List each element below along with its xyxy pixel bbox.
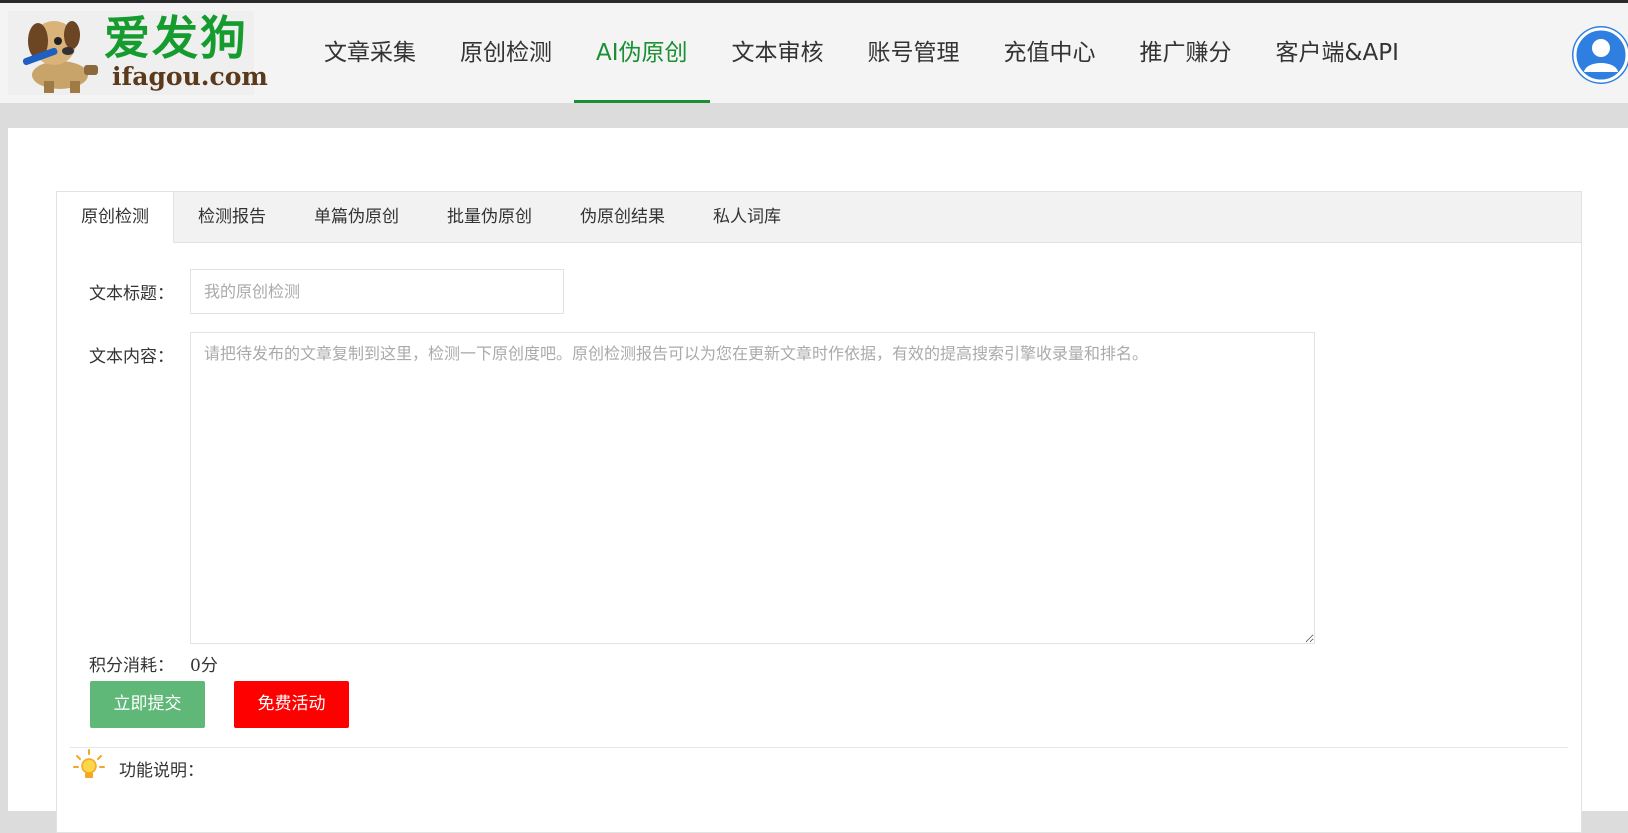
nav-item-account[interactable]: 账号管理 (846, 3, 982, 103)
cost-value: 0分 (190, 656, 218, 676)
nav-item-originality-check[interactable]: 原创检测 (438, 3, 574, 103)
tab-check-report[interactable]: 检测报告 (174, 192, 290, 242)
section-divider (70, 747, 1568, 748)
nav-item-client-api[interactable]: 客户端&API (1254, 3, 1421, 103)
logo-domain-text: ifagou.com (112, 62, 268, 91)
tab-originality-check[interactable]: 原创检测 (57, 192, 174, 243)
nav-item-article-collect[interactable]: 文章采集 (302, 3, 438, 103)
site-logo[interactable]: 爱发狗 ifagou.com (8, 11, 268, 95)
tab-batch-rewrite[interactable]: 批量伪原创 (423, 192, 556, 242)
lightbulb-icon (73, 749, 105, 778)
title-input[interactable] (190, 269, 564, 314)
submit-button[interactable]: 立即提交 (90, 681, 205, 728)
dog-mascot-icon (22, 21, 98, 93)
nav-item-recharge[interactable]: 充值中心 (982, 3, 1118, 103)
tab-bar: 原创检测 检测报告 单篇伪原创 批量伪原创 伪原创结果 私人词库 (57, 192, 1581, 243)
logo-chinese-text: 爱发狗 (104, 11, 248, 65)
tab-rewrite-results[interactable]: 伪原创结果 (556, 192, 689, 242)
cost-label: 积分消耗： (89, 656, 174, 676)
main-nav: 文章采集 原创检测 AI伪原创 文本审核 账号管理 充值中心 推广赚分 客户端&… (302, 3, 1421, 103)
nav-item-ai-rewrite[interactable]: AI伪原创 (574, 3, 710, 103)
nav-item-text-review[interactable]: 文本审核 (710, 3, 846, 103)
function-description-heading: 功能说明： (119, 761, 204, 781)
free-activity-button[interactable]: 免费活动 (234, 681, 349, 728)
user-avatar-icon[interactable] (1572, 26, 1628, 84)
site-header: 爱发狗 ifagou.com 文章采集 原创检测 AI伪原创 文本审核 账号管理… (0, 3, 1628, 103)
content-label: 文本内容： (89, 347, 174, 367)
tab-private-dictionary[interactable]: 私人词库 (689, 192, 805, 242)
user-silhouette-icon (1573, 27, 1628, 83)
main-content: 原创检测 检测报告 单篇伪原创 批量伪原创 伪原创结果 私人词库 文本标题： 文… (8, 128, 1628, 833)
tab-panel: 原创检测 检测报告 单篇伪原创 批量伪原创 伪原创结果 私人词库 文本标题： 文… (56, 191, 1582, 833)
tab-single-rewrite[interactable]: 单篇伪原创 (290, 192, 423, 242)
nav-item-promotion[interactable]: 推广赚分 (1118, 3, 1254, 103)
title-label: 文本标题： (89, 284, 174, 304)
content-textarea[interactable] (190, 332, 1315, 644)
